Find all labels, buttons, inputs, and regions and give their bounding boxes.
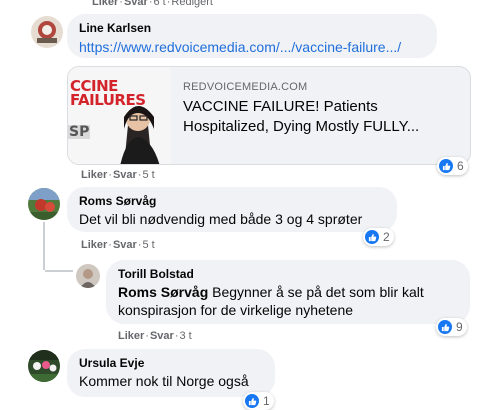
- comment-text: Det vil bli nødvendig med både 3 og 4 sp…: [79, 211, 363, 227]
- link-preview-card[interactable]: CCINE FAILURES SP REDVOICEMEDIA.COM VACC…: [67, 66, 471, 165]
- thumbs-up-icon: [365, 230, 379, 244]
- avatar[interactable]: [76, 264, 100, 288]
- comment-meta: Liker·Svar·5 t: [81, 239, 155, 251]
- comment-author[interactable]: Ursula Evje: [79, 356, 263, 370]
- like-link[interactable]: Liker: [81, 169, 107, 181]
- reaction-number: 2: [383, 230, 390, 244]
- comment-author[interactable]: Line Karlsen: [79, 21, 425, 35]
- reaction-number: 1: [263, 394, 270, 408]
- thumbs-up-icon: [439, 159, 453, 173]
- comment-time[interactable]: 3 t: [180, 330, 192, 342]
- mention-link[interactable]: Roms Sørvåg: [118, 284, 208, 300]
- reply-link[interactable]: Svar: [113, 239, 137, 251]
- avatar[interactable]: [28, 350, 60, 382]
- avatar-roms-sorvag: [28, 188, 60, 220]
- like-link[interactable]: Liker: [118, 330, 144, 342]
- comment-meta: Liker·Svar·3 t: [118, 330, 192, 342]
- thread-line: [45, 270, 73, 272]
- thumbnail-headline: CCINE FAILURES: [70, 77, 146, 109]
- comment-bubble: Ursula Evje Kommer nok til Norge også: [67, 349, 275, 397]
- comment-text: Roms Sørvåg Begynner å se på det som bli…: [118, 283, 458, 319]
- thumbs-up-icon: [438, 320, 452, 334]
- reaction-count[interactable]: 1: [243, 392, 274, 410]
- avatar[interactable]: [28, 188, 60, 220]
- reply-link[interactable]: Svar: [150, 330, 174, 342]
- thumbs-up-icon: [245, 394, 259, 408]
- avatar-torill-bolstad: [76, 264, 100, 288]
- comment-time[interactable]: 5 t: [143, 239, 155, 251]
- comment-link[interactable]: https://www.redvoicemedia.com/.../vaccin…: [79, 39, 425, 55]
- comment-bubble: Line Karlsen https://www.redvoicemedia.c…: [67, 14, 437, 58]
- comment-bubble: Torill Bolstad Roms Sørvåg Begynner å se…: [106, 260, 470, 324]
- thumbnail-logo: SP: [69, 124, 90, 140]
- avatar-line-karlsen: [31, 16, 63, 48]
- link-preview-domain: REDVOICEMEDIA.COM: [183, 81, 308, 93]
- like-link[interactable]: Liker: [92, 0, 118, 8]
- comment-text: Kommer nok til Norge også: [79, 373, 249, 389]
- comment-time[interactable]: 5 t: [143, 169, 155, 181]
- comment-author[interactable]: Torill Bolstad: [118, 267, 458, 281]
- link-preview-title[interactable]: VACCINE FAILURE! Patients Hospitalized, …: [183, 97, 445, 137]
- reaction-count[interactable]: 6: [437, 157, 468, 175]
- like-link[interactable]: Liker: [81, 239, 107, 251]
- edited-label: Redigert: [171, 0, 213, 8]
- reaction-number: 6: [457, 159, 464, 173]
- comment-meta: Liker·Svar·5 t: [81, 169, 155, 181]
- reaction-number: 9: [456, 320, 463, 334]
- comment-author[interactable]: Roms Sørvåg: [79, 194, 385, 208]
- comment-time[interactable]: 6 t: [154, 0, 166, 8]
- avatar[interactable]: [31, 16, 63, 48]
- comment-bubble: Roms Sørvåg Det vil bli nødvendig med bå…: [67, 187, 397, 232]
- link-preview-thumbnail: CCINE FAILURES SP: [68, 67, 171, 164]
- thread-line: [43, 222, 45, 270]
- reaction-count[interactable]: 2: [363, 228, 394, 246]
- reaction-count[interactable]: 9: [436, 318, 467, 336]
- avatar-ursula-evje: [28, 350, 60, 382]
- reply-link[interactable]: Svar: [124, 0, 148, 8]
- comment-meta-top: Liker·Svar·6 t·Redigert: [92, 0, 213, 8]
- reply-link[interactable]: Svar: [113, 169, 137, 181]
